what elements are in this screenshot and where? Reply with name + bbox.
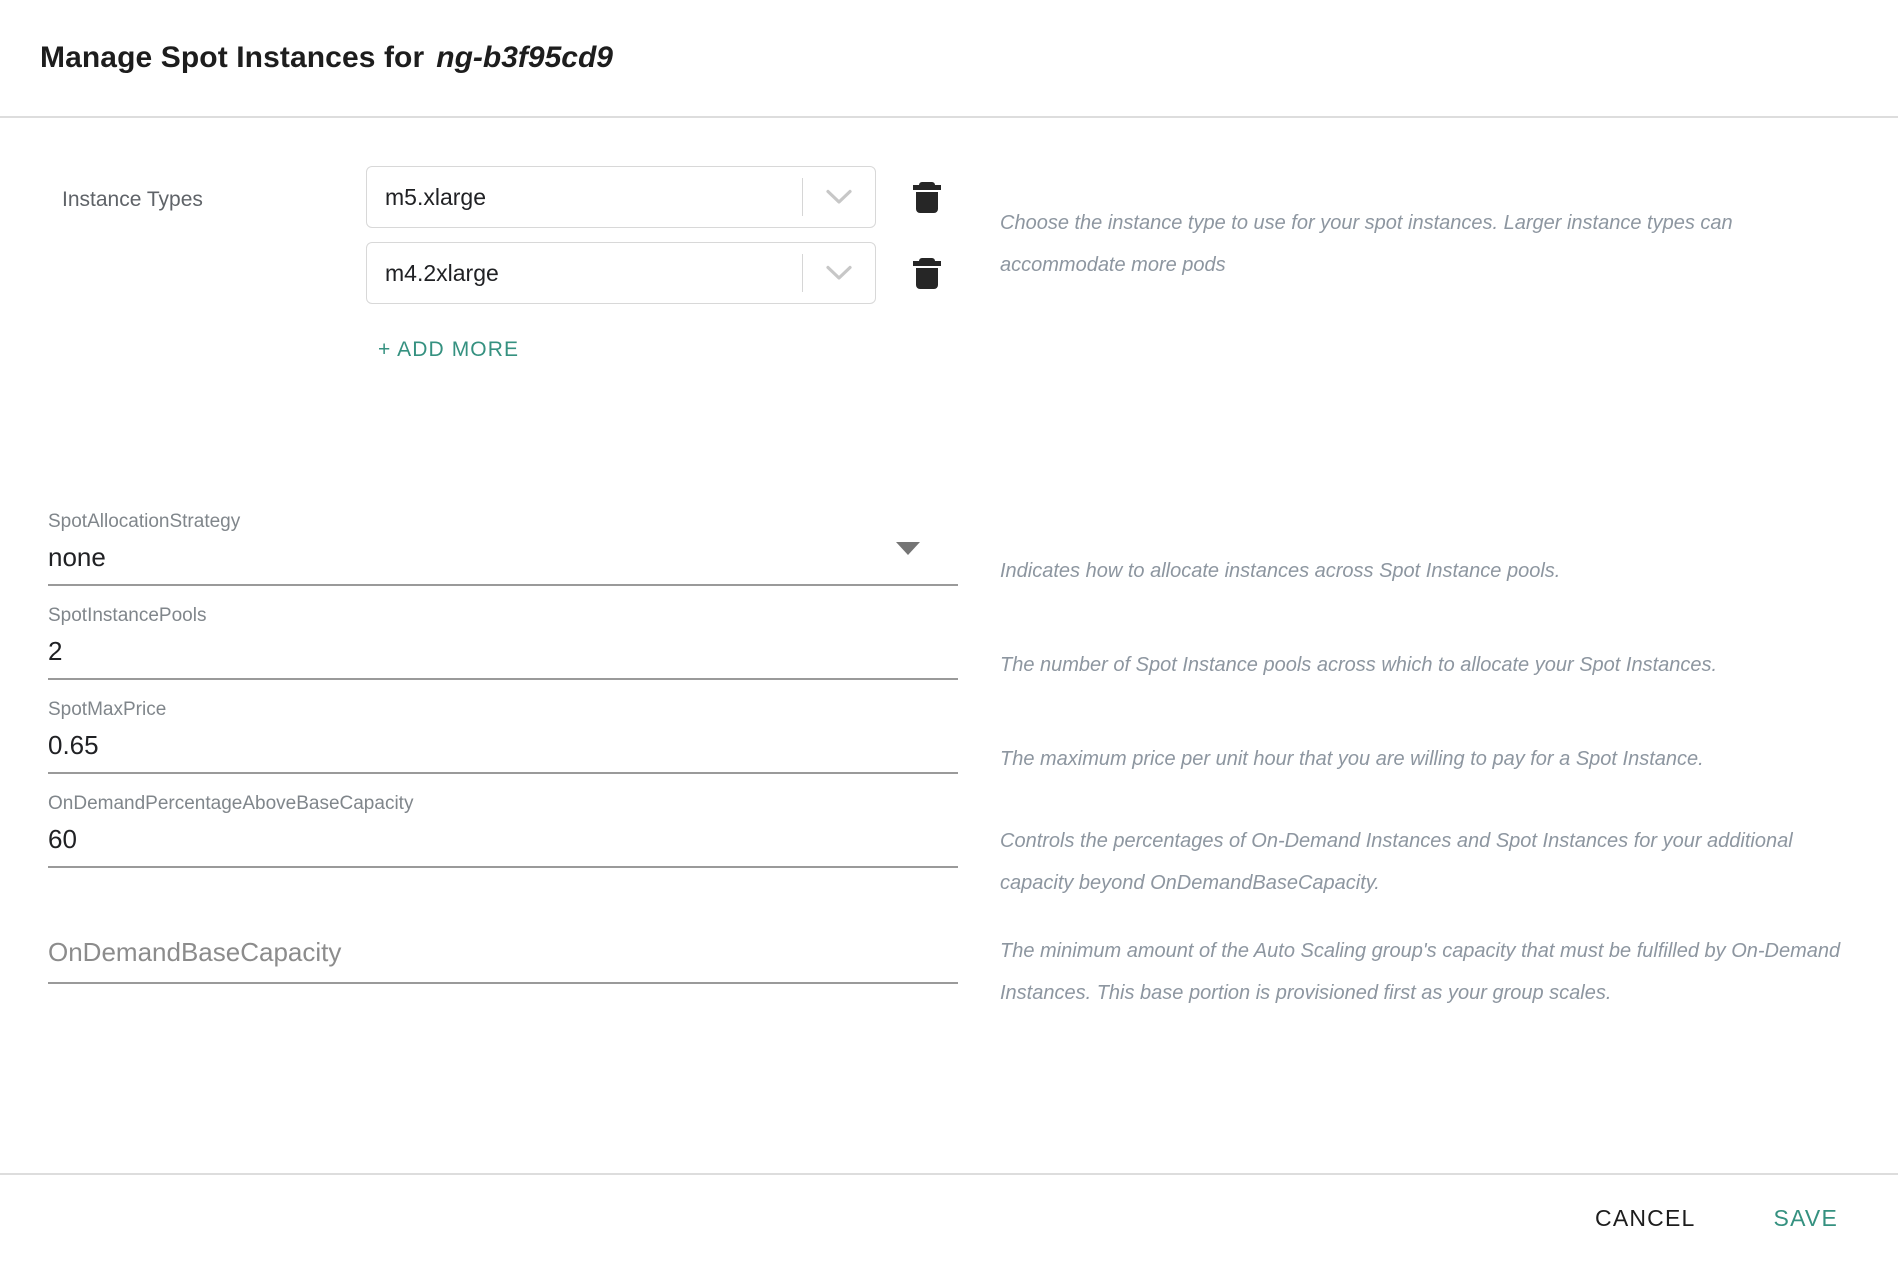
- field-underline: [48, 982, 958, 984]
- chevron-down-icon[interactable]: [803, 189, 875, 205]
- field-underline: [48, 678, 958, 680]
- instance-type-select-1-value: m5.xlarge: [385, 183, 486, 210]
- field-spotinstancepools-label: SpotInstancePools: [48, 605, 207, 626]
- dialog-body: Instance Types m5.xlarge m4.2xlarge + AD…: [0, 118, 1898, 1173]
- field-spotmaxprice-value: 0.65: [48, 730, 99, 760]
- trash-icon: [913, 258, 941, 289]
- field-underline: [48, 584, 958, 586]
- page-title: Manage Spot Instances for ng-b3f95cd9: [40, 41, 613, 75]
- field-spotmaxprice[interactable]: SpotMaxPrice 0.65: [48, 698, 958, 774]
- nodegroup-name: ng-b3f95cd9: [436, 41, 613, 74]
- chevron-down-icon[interactable]: [803, 265, 875, 281]
- field-ondemandpercentageabovebasecapacity-value: 60: [48, 824, 77, 854]
- field-ondemandpercentageabovebasecapacity[interactable]: OnDemandPercentageAboveBaseCapacity 60: [48, 792, 958, 868]
- field-spotmaxprice-help: The maximum price per unit hour that you…: [1000, 748, 1704, 770]
- delete-instance-type-1-button[interactable]: [904, 174, 950, 220]
- instance-types-controls: m5.xlarge m4.2xlarge + ADD MORE: [366, 166, 950, 368]
- field-spotinstancepools-value: 2: [48, 636, 63, 666]
- cancel-button[interactable]: CANCEL: [1577, 1195, 1714, 1242]
- dialog-footer: CANCEL SAVE: [0, 1173, 1898, 1262]
- field-ondemandpercentageabovebasecapacity-label: OnDemandPercentageAboveBaseCapacity: [48, 793, 414, 814]
- triangle-down-icon[interactable]: [896, 542, 920, 555]
- add-more-button[interactable]: + ADD MORE: [370, 332, 527, 368]
- instance-types-label: Instance Types: [62, 188, 203, 211]
- field-underline: [48, 772, 958, 774]
- field-ondemandbasecapacity-placeholder: OnDemandBaseCapacity: [48, 937, 342, 967]
- trash-icon: [913, 182, 941, 213]
- page-title-text: Manage Spot Instances for: [40, 41, 425, 74]
- delete-instance-type-2-button[interactable]: [904, 250, 950, 296]
- field-spotallocationstrategy-value: none: [48, 542, 106, 572]
- save-button[interactable]: SAVE: [1756, 1195, 1856, 1242]
- instance-type-row-2: m4.2xlarge: [366, 242, 950, 304]
- field-spotmaxprice-label: SpotMaxPrice: [48, 699, 167, 720]
- field-spotallocationstrategy[interactable]: SpotAllocationStrategy none: [48, 510, 958, 586]
- field-spotinstancepools-help: The number of Spot Instance pools across…: [1000, 654, 1718, 676]
- field-spotallocationstrategy-help: Indicates how to allocate instances acro…: [1000, 560, 1561, 582]
- field-ondemandpercentageabovebasecapacity-help: Controls the percentages of On-Demand In…: [1000, 830, 1793, 894]
- instance-type-select-2[interactable]: m4.2xlarge: [366, 242, 876, 304]
- field-ondemandbasecapacity[interactable]: OnDemandBaseCapacity: [48, 930, 958, 984]
- field-underline: [48, 866, 958, 868]
- field-ondemandbasecapacity-help: The minimum amount of the Auto Scaling g…: [1000, 940, 1841, 1004]
- field-spotallocationstrategy-label: SpotAllocationStrategy: [48, 511, 241, 532]
- instance-type-select-1[interactable]: m5.xlarge: [366, 166, 876, 228]
- manage-spot-instances-dialog: Manage Spot Instances for ng-b3f95cd9 Ins…: [0, 0, 1898, 1262]
- instance-types-help: Choose the instance type to use for your…: [1000, 212, 1733, 276]
- dialog-header: Manage Spot Instances for ng-b3f95cd9: [0, 0, 1898, 118]
- instance-type-row-1: m5.xlarge: [366, 166, 950, 228]
- field-spotinstancepools[interactable]: SpotInstancePools 2: [48, 604, 958, 680]
- instance-type-select-2-value: m4.2xlarge: [385, 259, 499, 286]
